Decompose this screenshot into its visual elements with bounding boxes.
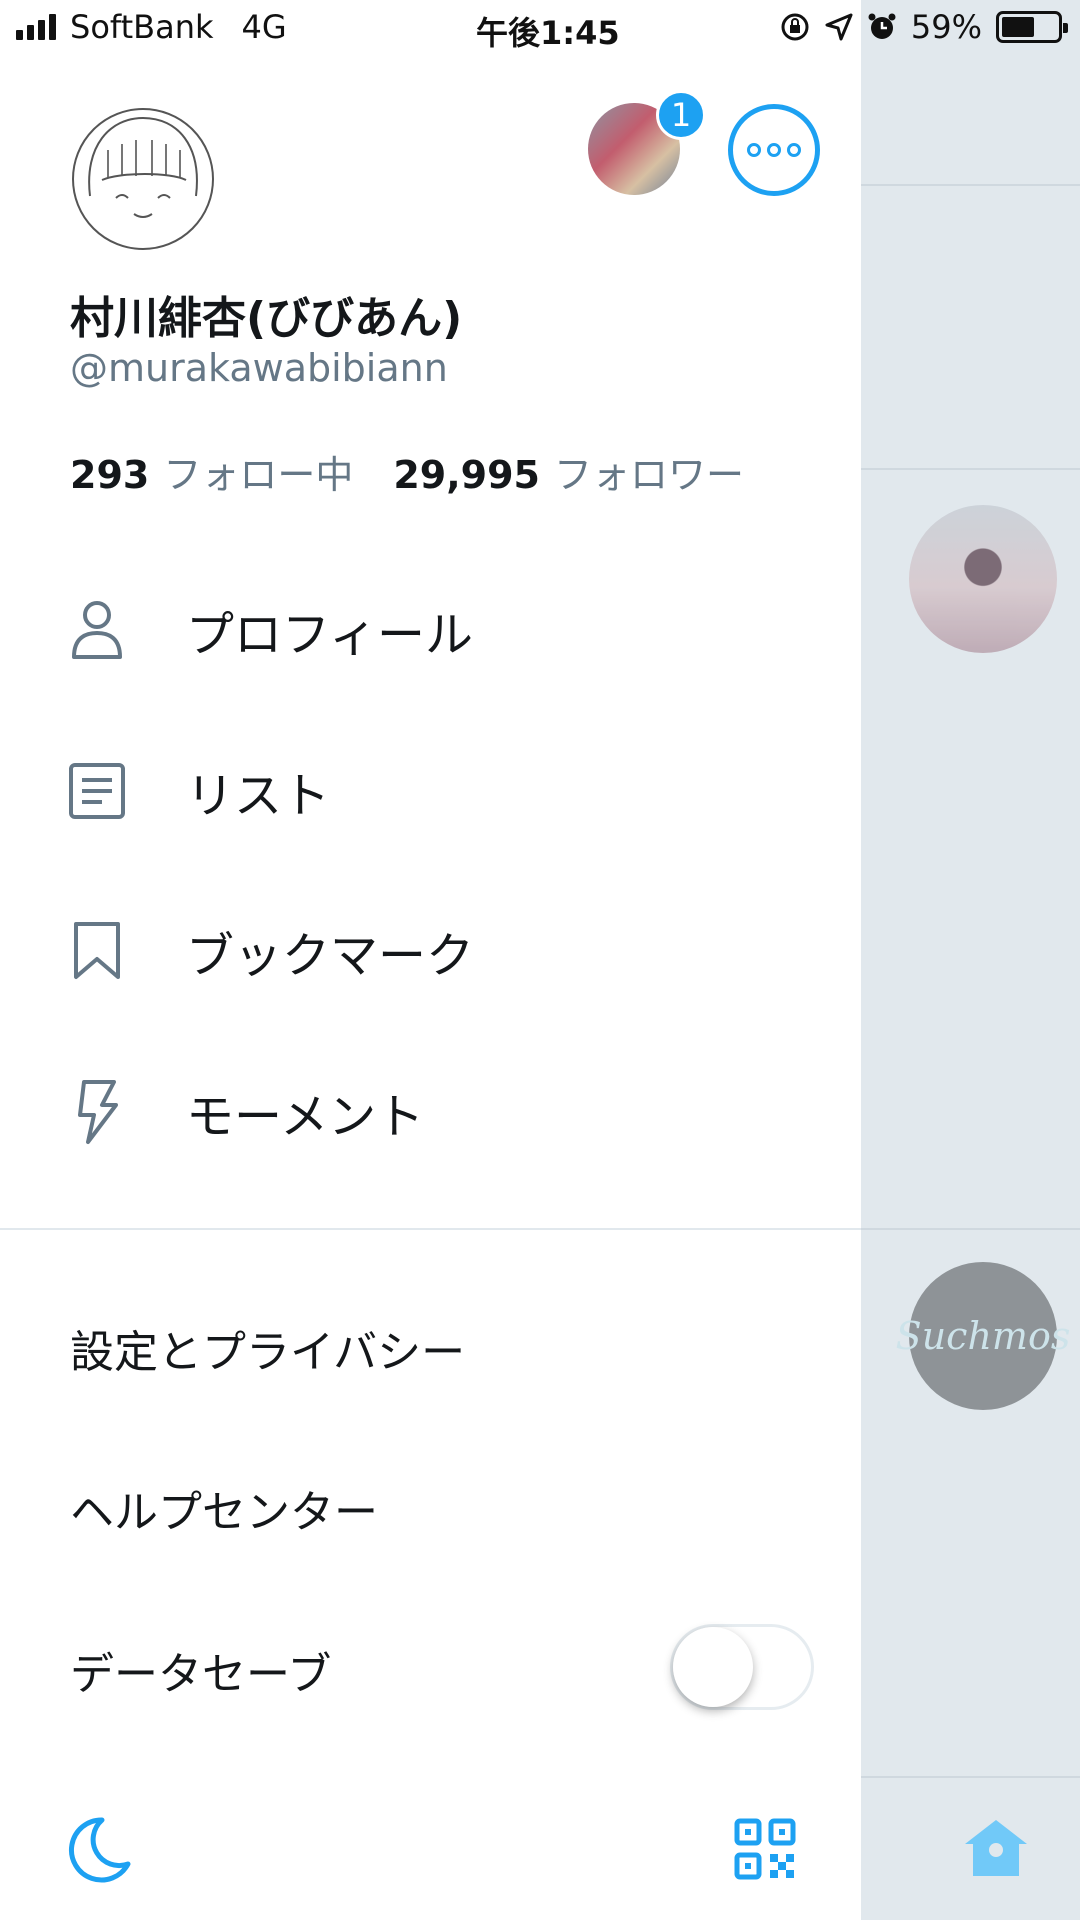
side-drawer: 1 村川緋杏(びびあん) @murakawabibiann 293 フォロー中 2… xyxy=(0,0,861,1920)
profile-handle[interactable]: @murakawabibiann xyxy=(70,346,448,390)
help-center-link[interactable]: ヘルプセンター xyxy=(70,1476,378,1540)
qr-code-icon[interactable] xyxy=(734,1818,796,1880)
location-arrow-icon xyxy=(825,13,853,41)
timeline-avatar[interactable] xyxy=(909,505,1057,653)
profile-avatar[interactable] xyxy=(70,106,216,252)
profile-name[interactable]: 村川緋杏(びびあん) xyxy=(70,282,462,346)
timeline-divider xyxy=(861,1776,1080,1778)
rotation-lock-icon xyxy=(781,13,809,41)
followers-count-link[interactable]: 29,995 フォロワー xyxy=(393,444,744,499)
follow-counts: 293 フォロー中 29,995 フォロワー xyxy=(70,444,744,499)
menu-item-label: モーメント xyxy=(186,1089,425,1145)
notification-badge: 1 xyxy=(656,90,706,140)
menu-item-label: ブックマーク xyxy=(186,928,475,984)
more-dot xyxy=(767,143,781,157)
menu-item-label: リスト xyxy=(186,768,331,824)
menu-item-profile[interactable]: プロフィール xyxy=(0,570,861,690)
lightning-icon xyxy=(66,1080,128,1144)
status-bar-left: SoftBank 4G xyxy=(16,8,287,46)
home-icon[interactable] xyxy=(963,1818,1029,1878)
status-bar: SoftBank 4G 午後1:45 59% xyxy=(0,0,1080,58)
timeline-background[interactable]: Suchmos xyxy=(861,0,1080,1920)
signal-strength-icon xyxy=(16,14,56,40)
menu-item-label: プロフィール xyxy=(186,607,474,663)
settings-privacy-link[interactable]: 設定とプライバシー xyxy=(70,1316,465,1380)
following-label: フォロー中 xyxy=(163,453,354,497)
followers-label: フォロワー xyxy=(553,453,744,497)
data-saver-toggle[interactable] xyxy=(670,1624,814,1710)
alarm-icon xyxy=(868,13,896,39)
status-bar-right: 59% xyxy=(779,8,1068,46)
timeline-divider xyxy=(861,1228,1080,1230)
following-count-link[interactable]: 293 フォロー中 xyxy=(70,444,353,499)
timeline-avatar-brand[interactable]: Suchmos xyxy=(896,1262,1070,1410)
followers-count: 29,995 xyxy=(393,453,540,497)
more-dot xyxy=(787,143,801,157)
more-accounts-button[interactable] xyxy=(728,104,820,196)
clock: 午後1:45 xyxy=(476,14,620,52)
battery-fill xyxy=(1002,17,1034,37)
toggle-knob xyxy=(673,1627,753,1707)
brand-avatar-text: Suchmos xyxy=(895,1314,1071,1358)
list-icon xyxy=(66,760,128,822)
avatar-drawing xyxy=(72,108,214,250)
battery-icon xyxy=(996,11,1068,43)
menu-item-moments[interactable]: モーメント xyxy=(0,1052,861,1172)
network-label: 4G xyxy=(241,8,287,46)
battery-percent: 59% xyxy=(910,8,982,46)
menu-item-bookmarks[interactable]: ブックマーク xyxy=(0,891,861,1011)
timeline-divider xyxy=(861,468,1080,470)
person-icon xyxy=(66,599,128,661)
more-dot xyxy=(747,143,761,157)
data-saver-label: データセーブ xyxy=(70,1649,332,1700)
night-mode-icon[interactable] xyxy=(64,1814,134,1884)
bookmark-icon xyxy=(66,920,128,982)
menu-item-lists[interactable]: リスト xyxy=(0,731,861,851)
timeline-divider xyxy=(861,184,1080,186)
section-divider xyxy=(0,1228,861,1230)
carrier-label: SoftBank xyxy=(70,8,214,46)
following-count: 293 xyxy=(70,453,150,497)
